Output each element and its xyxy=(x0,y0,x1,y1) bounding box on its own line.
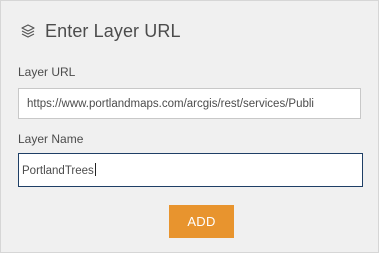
layer-name-input[interactable]: PortlandTrees xyxy=(18,153,363,187)
panel-title: Enter Layer URL xyxy=(45,20,181,41)
add-button[interactable]: ADD xyxy=(169,205,234,238)
layer-url-label: Layer URL xyxy=(18,65,76,79)
panel-header: Enter Layer URL xyxy=(19,19,181,43)
layer-url-input[interactable]: https://www.portlandmaps.com/arcgis/rest… xyxy=(18,88,361,119)
layers-icon xyxy=(19,22,37,40)
layer-name-label: Layer Name xyxy=(18,132,84,146)
enter-layer-url-panel: Enter Layer URL Layer URL https://www.po… xyxy=(0,0,379,253)
layer-url-value: https://www.portlandmaps.com/arcgis/rest… xyxy=(27,97,314,110)
layer-name-value: PortlandTrees xyxy=(22,165,94,177)
